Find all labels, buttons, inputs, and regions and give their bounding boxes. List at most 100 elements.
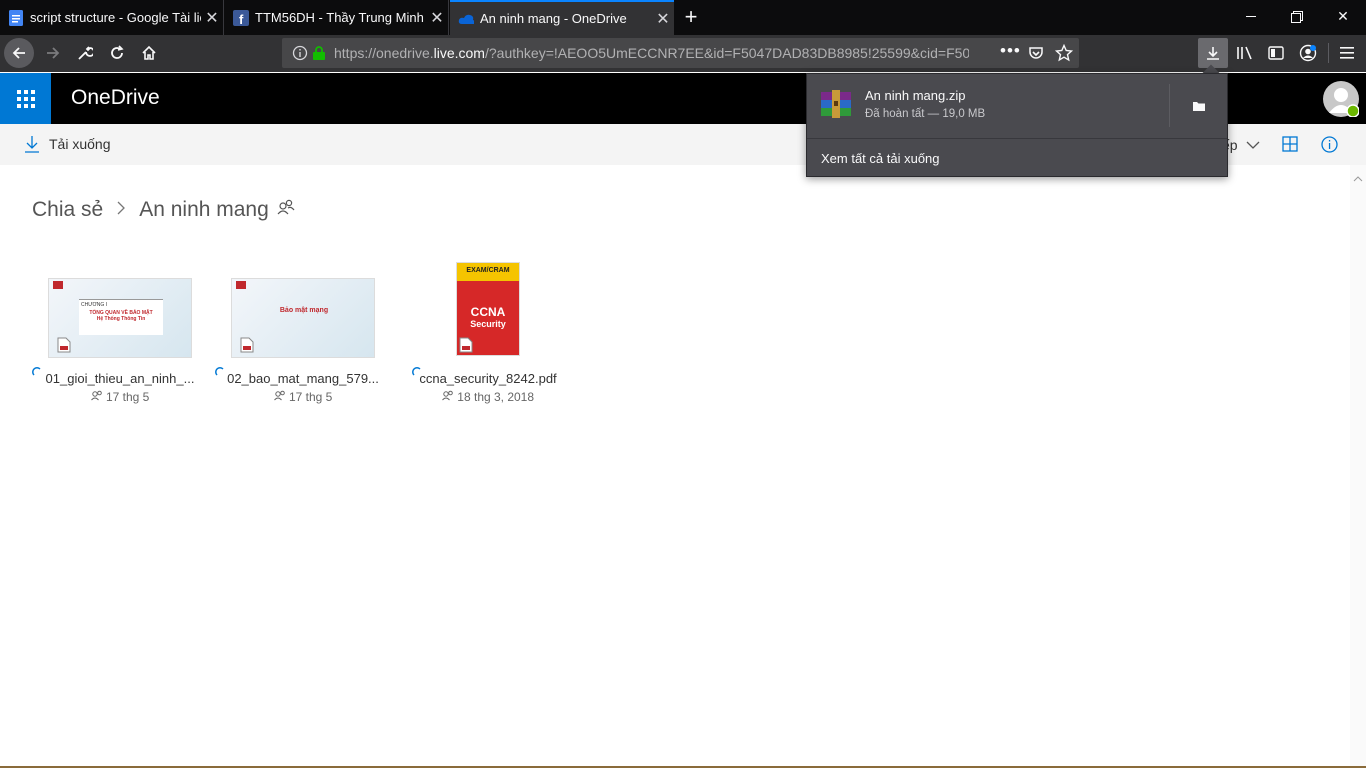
file-date: 17 thg 5 <box>288 390 333 404</box>
info-icon <box>1321 136 1338 153</box>
chevron-right-icon <box>116 200 126 221</box>
reload-button[interactable] <box>102 38 132 68</box>
thumbnail-text: CHƯƠNG I <box>81 302 108 308</box>
bookmark-star-icon[interactable] <box>1054 43 1074 67</box>
app-launcher-button[interactable] <box>0 73 51 124</box>
file-name[interactable]: ccna_security_8242.pdf <box>398 371 578 386</box>
file-meta: 17 thg 5 <box>213 390 393 404</box>
wrench-icon <box>78 46 93 60</box>
app-title[interactable]: OneDrive <box>71 86 160 110</box>
shared-icon <box>442 390 457 404</box>
file-meta: 18 thg 3, 2018 <box>398 390 578 404</box>
hamburger-menu-icon <box>1340 47 1354 59</box>
download-item[interactable]: An ninh mang.zip Đã hoàn tất — 19,0 MB <box>807 74 1227 137</box>
breadcrumb-parent[interactable]: Chia sẻ <box>32 198 103 222</box>
pdf-file-icon <box>57 337 71 358</box>
shared-icon <box>90 390 106 404</box>
chevron-down-icon <box>1246 141 1260 149</box>
close-window-button[interactable]: ✕ <box>1320 0 1366 33</box>
url-prefix: https://onedrive. <box>334 45 434 61</box>
tab-google-docs[interactable]: script structure - Google Tài liệu ✕ <box>0 0 224 35</box>
grid-view-icon <box>1282 136 1298 152</box>
tab-label: script structure - Google Tài liệu <box>30 10 201 25</box>
pocket-icon[interactable] <box>1028 45 1044 66</box>
page-actions-icon[interactable]: ••• <box>1000 41 1021 61</box>
file-name[interactable]: 01_gioi_thieu_an_ninh_... <box>30 371 210 386</box>
navigation-toolbar: https://onedrive.live.com/?authkey=!AEOO… <box>0 35 1366 72</box>
home-icon <box>142 45 156 60</box>
facebook-icon: f <box>233 9 249 26</box>
google-docs-icon <box>8 9 24 26</box>
thumbnail-text: CCNA <box>470 305 506 319</box>
close-icon[interactable]: ✕ <box>426 8 448 28</box>
logo-icon <box>236 281 246 289</box>
info-icon[interactable] <box>292 45 308 66</box>
thumbnail-text: Hệ Thống Thông Tin <box>96 316 146 322</box>
lock-icon <box>312 45 326 66</box>
waffle-icon <box>16 89 35 108</box>
thumbnail-slide: CHƯƠNG I TỔNG QUAN VỀ BẢO MẬT Hệ Thống T… <box>79 299 163 335</box>
home-button[interactable] <box>134 38 164 68</box>
show-all-downloads[interactable]: Xem tất cả tải xuống <box>807 138 1227 176</box>
downloads-button[interactable] <box>1198 38 1228 68</box>
tab-label: An ninh mang - OneDrive <box>480 11 627 26</box>
reload-icon <box>111 45 124 59</box>
download-label: Tải xuống <box>49 136 111 152</box>
restore-button[interactable] <box>1274 0 1320 33</box>
folder-icon <box>1192 101 1205 111</box>
avatar[interactable] <box>1323 81 1360 118</box>
view-toggle-button[interactable] <box>1282 136 1298 157</box>
arrow-right-icon <box>47 47 60 59</box>
close-icon[interactable]: ✕ <box>652 9 674 29</box>
chevron-up-icon[interactable] <box>1353 169 1363 187</box>
pdf-file-icon <box>240 337 254 358</box>
pdf-file-icon <box>459 337 473 358</box>
scrollbar[interactable] <box>1350 165 1366 766</box>
library-icon <box>1237 46 1252 60</box>
winrar-archive-icon <box>819 88 853 127</box>
logo-icon <box>53 281 63 289</box>
sidebar-button[interactable] <box>1261 38 1291 68</box>
tab-label: TTM56DH - Thầy Trung Minh <box>255 10 424 25</box>
download-filename: An ninh mang.zip <box>865 88 966 103</box>
download-command[interactable]: Tải xuống <box>24 135 110 153</box>
shared-icon <box>273 390 289 404</box>
file-meta: 17 thg 5 <box>30 390 210 404</box>
downloads-panel: An ninh mang.zip Đã hoàn tất — 19,0 MB X… <box>806 73 1228 177</box>
minimize-button[interactable] <box>1228 0 1274 33</box>
url-bar[interactable]: https://onedrive.live.com/?authkey=!AEOO… <box>282 38 1079 68</box>
arrow-left-icon <box>12 47 25 59</box>
open-folder-button[interactable] <box>1169 84 1227 127</box>
forward-button[interactable] <box>38 38 68 68</box>
file-date: 18 thg 3, 2018 <box>457 390 535 404</box>
file-name[interactable]: 02_bao_mat_mang_579... <box>213 371 393 386</box>
menu-button[interactable] <box>1333 38 1363 68</box>
file-thumbnail[interactable]: Bảo mật mạng <box>231 278 375 358</box>
thumbnail-text: EXAM/CRAM <box>457 263 519 281</box>
close-icon[interactable]: ✕ <box>201 8 223 28</box>
back-button[interactable] <box>4 38 34 68</box>
download-icon <box>1207 47 1219 60</box>
thumbnail-text: Bảo mật mạng <box>279 307 329 314</box>
url-text[interactable]: https://onedrive.live.com/?authkey=!AEOO… <box>334 45 969 61</box>
details-pane-button[interactable] <box>1321 136 1338 158</box>
developer-tools-button[interactable] <box>70 38 100 68</box>
url-domain: live.com <box>433 45 485 61</box>
library-button[interactable] <box>1230 38 1260 68</box>
toolbar-divider <box>1328 43 1329 63</box>
new-tab-button[interactable]: + <box>676 0 706 33</box>
tab-facebook[interactable]: f TTM56DH - Thầy Trung Minh ✕ <box>225 0 449 35</box>
thumbnail-text: Security <box>470 319 506 329</box>
file-thumbnail[interactable]: EXAM/CRAM CCNA Security <box>456 262 520 356</box>
sidebar-icon <box>1268 46 1284 60</box>
tab-onedrive[interactable]: An ninh mang - OneDrive ✕ <box>450 0 674 35</box>
breadcrumb-current[interactable]: An ninh mang <box>139 198 269 222</box>
onedrive-icon <box>458 11 474 27</box>
breadcrumb: Chia sẻ An ninh mang <box>32 198 295 222</box>
svg-text:f: f <box>239 12 244 26</box>
account-button[interactable] <box>1293 38 1323 68</box>
download-status: Đã hoàn tất — 19,0 MB <box>865 108 986 120</box>
file-date: 17 thg 5 <box>105 390 150 404</box>
account-icon <box>1299 44 1317 62</box>
file-thumbnail[interactable]: CHƯƠNG I TỔNG QUAN VỀ BẢO MẬT Hệ Thống T… <box>48 278 192 358</box>
